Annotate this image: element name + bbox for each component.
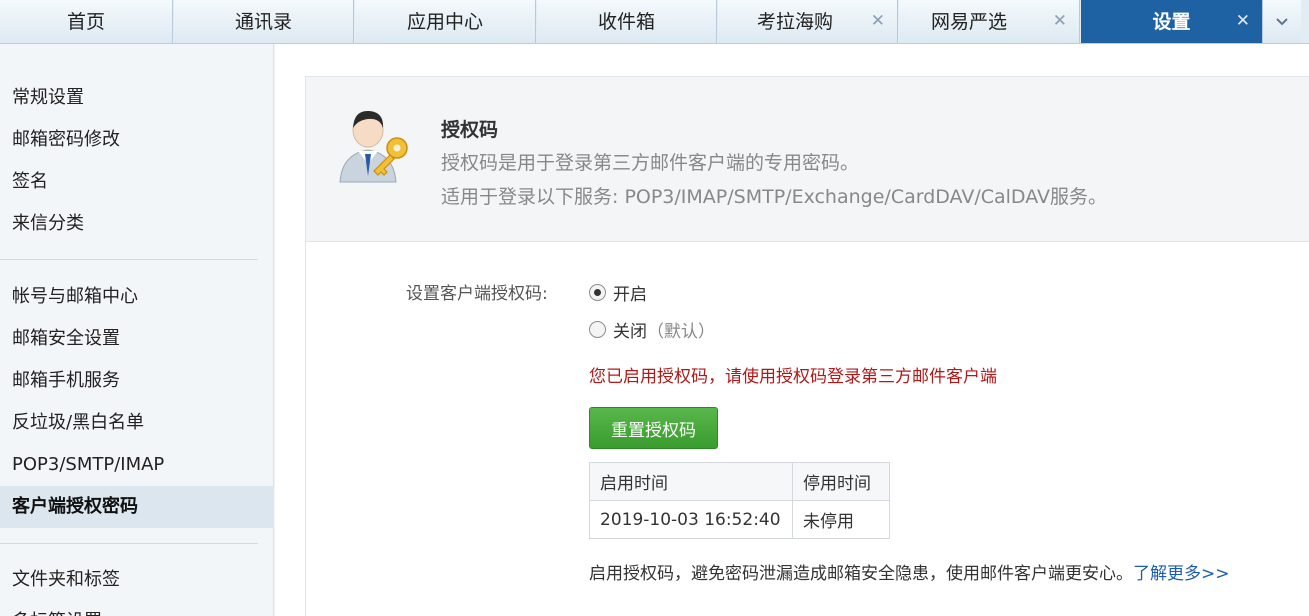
radio-enable-label: 开启 <box>613 284 647 305</box>
security-tip: 启用授权码，避免密码泄漏造成邮箱安全隐患，使用邮件客户端更安心。了解更多>> <box>589 559 1230 584</box>
auth-code-panel: 授权码 授权码是用于登录第三方邮件客户端的专用密码。 适用于登录以下服务: PO… <box>305 76 1309 616</box>
learn-more-link[interactable]: 了解更多>> <box>1133 564 1230 584</box>
table-row: 2019-10-03 16:52:40 未停用 <box>589 500 890 539</box>
tab-label: 通讯录 <box>234 10 292 33</box>
tab-inbox[interactable]: 收件箱 <box>537 0 717 43</box>
sidebar-group-account: 帐号与邮箱中心 邮箱安全设置 邮箱手机服务 反垃圾/黑白名单 POP3/SMTP… <box>0 276 274 528</box>
page-title: 授权码 <box>441 119 499 141</box>
auth-code-table: 启用时间 停用时间 2019-10-03 16:52:40 未停用 <box>589 462 890 539</box>
tab-contacts[interactable]: 通讯录 <box>174 0 354 43</box>
table-header-row: 启用时间 停用时间 <box>589 462 890 501</box>
sidebar-item-folders[interactable]: 文件夹和标签 <box>0 559 274 601</box>
page-description-services: 适用于登录以下服务: POP3/IMAP/SMTP/Exchange/CardD… <box>441 186 1108 208</box>
sidebar-group-general: 常规设置 邮箱密码修改 签名 来信分类 <box>0 77 274 245</box>
tab-home[interactable]: 首页 <box>0 0 173 43</box>
sidebar-item-mobile[interactable]: 邮箱手机服务 <box>0 360 274 402</box>
panel-header: 授权码 授权码是用于登录第三方邮件客户端的专用密码。 适用于登录以下服务: PO… <box>306 77 1309 242</box>
close-icon[interactable]: ✕ <box>1236 11 1250 31</box>
sidebar-item-account-center[interactable]: 帐号与邮箱中心 <box>0 276 274 318</box>
enabled-time-cell: 2019-10-03 16:52:40 <box>589 500 793 539</box>
radio-checked-icon[interactable] <box>589 283 606 301</box>
radio-enable[interactable]: 开启 <box>589 280 647 305</box>
sidebar-item-client-auth[interactable]: 客户端授权密码 <box>0 486 274 528</box>
tab-label: 应用中心 <box>406 10 483 33</box>
sidebar-item-antispam[interactable]: 反垃圾/黑白名单 <box>0 402 274 444</box>
radio-disable-label: 关闭 <box>613 321 647 342</box>
main-content: 授权码 授权码是用于登录第三方邮件客户端的专用密码。 适用于登录以下服务: PO… <box>275 44 1309 616</box>
close-icon[interactable]: ✕ <box>1053 11 1067 31</box>
auth-code-setting-label: 设置客户端授权码: <box>406 284 548 304</box>
sidebar-item-signature[interactable]: 签名 <box>0 161 274 203</box>
sidebar-item-general[interactable]: 常规设置 <box>0 77 274 119</box>
sidebar-item-pop3[interactable]: POP3/SMTP/IMAP <box>0 444 274 486</box>
reset-auth-code-button[interactable]: 重置授权码 <box>589 407 718 449</box>
sidebar-item-security[interactable]: 邮箱安全设置 <box>0 318 274 360</box>
sidebar-divider <box>0 259 258 260</box>
tab-label: 考拉海购 <box>756 10 833 33</box>
tab-yanxuan[interactable]: 网易严选 ✕ <box>899 0 1080 43</box>
radio-unchecked-icon[interactable] <box>589 320 606 338</box>
tab-app-center[interactable]: 应用中心 <box>355 0 536 43</box>
settings-sidebar: 常规设置 邮箱密码修改 签名 来信分类 帐号与邮箱中心 邮箱安全设置 邮箱手机服… <box>0 44 274 616</box>
tab-settings[interactable]: 设置 ✕ <box>1081 0 1263 43</box>
radio-disable[interactable]: 关闭 （默认） <box>589 317 715 342</box>
tab-label: 网易严选 <box>930 10 1007 33</box>
sidebar-item-multi-tab[interactable]: 多标签设置 <box>0 601 274 616</box>
sidebar-item-mail-rules[interactable]: 来信分类 <box>0 203 274 245</box>
sidebar-item-password[interactable]: 邮箱密码修改 <box>0 119 274 161</box>
close-icon[interactable]: ✕ <box>871 11 885 31</box>
column-header-disabled-time: 停用时间 <box>792 462 890 501</box>
tab-label: 收件箱 <box>597 10 655 33</box>
sidebar-divider <box>0 543 258 544</box>
sidebar-group-folders: 文件夹和标签 多标签设置 <box>0 559 274 616</box>
column-header-enabled-time: 启用时间 <box>589 462 793 501</box>
auth-enabled-notice: 您已启用授权码，请使用授权码登录第三方邮件客户端 <box>589 367 997 387</box>
security-tip-text: 启用授权码，避免密码泄漏造成邮箱安全隐患，使用邮件客户端更安心。 <box>589 564 1133 584</box>
radio-default-hint: （默认） <box>647 321 715 342</box>
tab-bar: 首页 通讯录 应用中心 收件箱 考拉海购 ✕ 网易严选 ✕ 设置 ✕ <box>0 0 1309 44</box>
tab-label: 首页 <box>66 10 105 33</box>
tab-label: 设置 <box>1152 10 1191 33</box>
page-description: 授权码是用于登录第三方邮件客户端的专用密码。 <box>441 152 860 174</box>
chevron-down-icon <box>1276 17 1288 25</box>
user-key-icon <box>339 110 408 183</box>
tab-kaola[interactable]: 考拉海购 ✕ <box>718 0 898 43</box>
disabled-time-cell: 未停用 <box>792 500 890 539</box>
tab-more-button[interactable] <box>1263 0 1301 43</box>
